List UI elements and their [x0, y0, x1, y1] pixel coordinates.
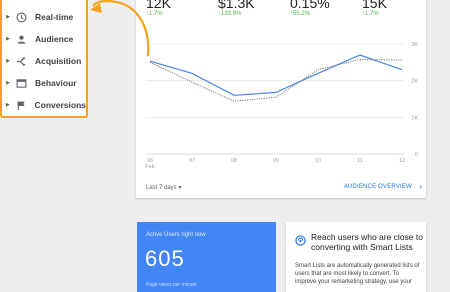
y-tick-label: 0 — [415, 152, 418, 158]
smart-lists-title: Reach users who are close to converting … — [311, 232, 423, 252]
users-series-line — [149, 54, 403, 96]
x-tick-label: 09 — [273, 158, 279, 164]
caret-right-icon: ▶ — [6, 80, 10, 86]
active-users-card[interactable]: Active Users right now 605 Page views pe… — [137, 222, 276, 292]
y-tick-label: 2K — [411, 79, 418, 85]
sidebar-item-label: Real-time — [35, 12, 74, 22]
caret-right-icon: ▶ — [6, 14, 10, 20]
x-tick-label: 08 — [231, 158, 237, 164]
sidebar-item-label: Audience — [35, 34, 74, 44]
x-tick-label: 11 — [357, 158, 363, 164]
y-tick-label: 3K — [411, 42, 418, 48]
active-users-title: Active Users right now — [146, 232, 206, 238]
sidebar-item-label: Acquisition — [35, 56, 82, 66]
reports-sidebar: ▶ Real-time ▶ Audience ▶ Acquisition ▶ B… — [0, 0, 88, 118]
x-tick-label: 07 — [189, 158, 195, 164]
active-users-footer: Page views per minute — [146, 282, 197, 288]
users-line-chart: 3K2K1K006Feb07 08 09 10 11 12 — [145, 42, 418, 170]
smart-lists-icon — [295, 233, 306, 251]
sidebar-item-audience[interactable]: ▶ Audience — [2, 30, 86, 48]
caret-right-icon: ▶ — [6, 58, 10, 64]
smart-lists-body: Smart Lists are automatically generated … — [295, 263, 420, 285]
audience-overview-link[interactable]: AUDIENCE OVERVIEW — [344, 184, 412, 190]
behaviour-icon — [16, 78, 27, 89]
y-tick-label: 1K — [411, 115, 418, 121]
smart-lists-card: Reach users who are close to converting … — [286, 222, 426, 292]
caret-right-icon: ▶ — [5, 102, 10, 108]
flag-icon — [16, 100, 27, 111]
audience-overview-card: 12K ↑1.7% $1.3K ↑133.9% 0.15% ↑55.2% 15K… — [136, 0, 426, 198]
sidebar-item-behaviour[interactable]: ▶ Behaviour — [2, 74, 86, 92]
sidebar-item-realtime[interactable]: ▶ Real-time — [2, 8, 86, 26]
caret-right-icon: ▶ — [6, 36, 10, 42]
sidebar-item-label: Conversions — [34, 100, 87, 110]
x-tick-label: 12 — [399, 158, 405, 164]
clock-icon — [16, 12, 27, 23]
chevron-right-icon[interactable]: › — [419, 182, 422, 191]
active-users-count: 605 — [145, 246, 185, 271]
acquisition-icon — [16, 56, 27, 67]
person-icon — [16, 34, 27, 45]
x-tick-label: Feb — [145, 164, 154, 170]
x-tick-label: 10 — [315, 158, 321, 164]
sidebar-item-label: Behaviour — [35, 78, 77, 88]
date-range-selector[interactable]: Last 7 days ▾ — [146, 184, 181, 191]
sidebar-item-conversions[interactable]: ▶ Conversions — [2, 96, 86, 114]
sidebar-item-acquisition[interactable]: ▶ Acquisition — [2, 52, 86, 70]
